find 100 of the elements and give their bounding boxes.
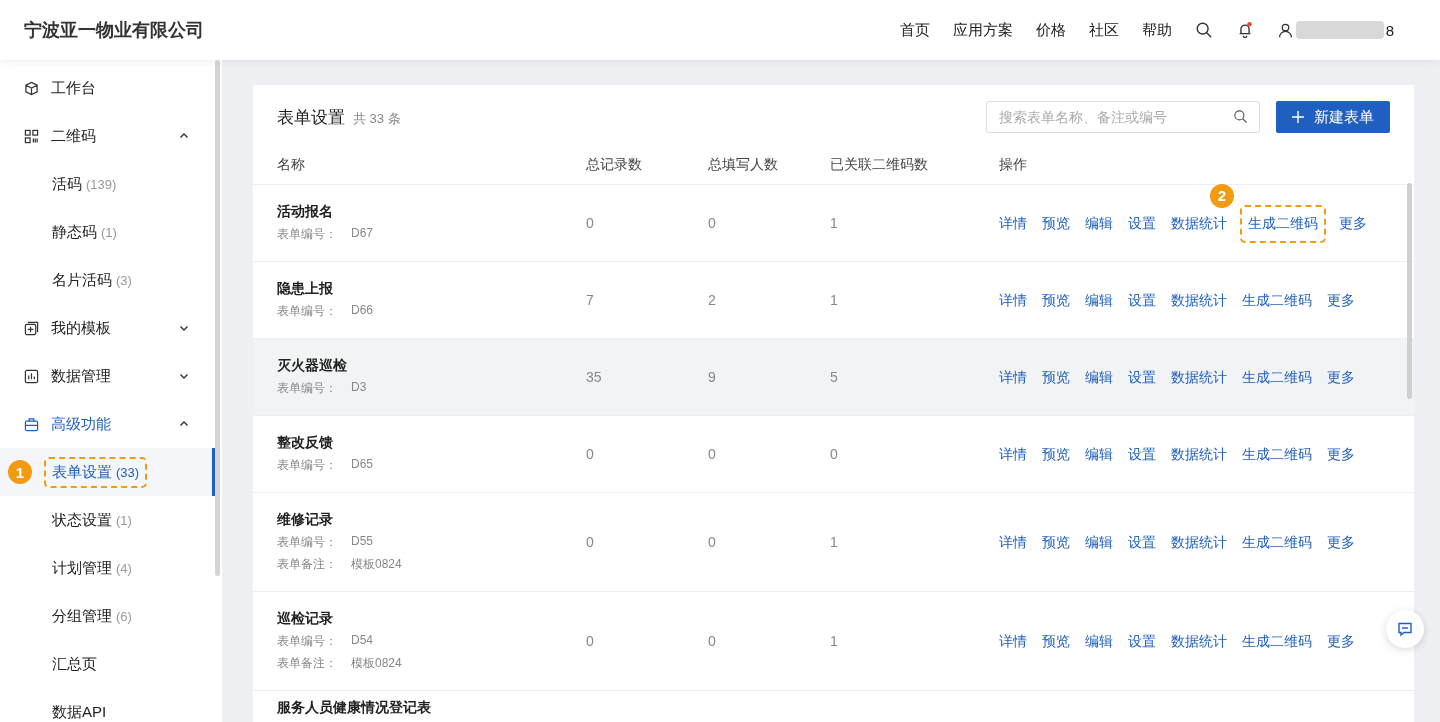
table-cell-text: 1 <box>830 215 839 231</box>
action-link[interactable]: 数据统计 <box>1163 358 1235 397</box>
action-link[interactable]: 预览 <box>1034 281 1078 320</box>
action-link[interactable]: 详情 <box>991 358 1035 397</box>
scrollbar[interactable] <box>215 60 220 576</box>
form-name: 隐患上报 <box>277 280 334 298</box>
action-link[interactable]: 编辑 <box>1077 281 1121 320</box>
count-label: (33) <box>116 464 140 480</box>
action-link[interactable]: 预览 <box>1034 523 1078 562</box>
action-link[interactable]: 预览 <box>1034 435 1078 474</box>
meta-label: 表单编号： <box>277 534 337 551</box>
action-link[interactable]: 预览 <box>1034 204 1078 243</box>
action-link[interactable]: 更多 <box>1319 358 1363 397</box>
action-link[interactable]: 详情 <box>991 281 1035 320</box>
subitem-label: 静态码 <box>52 222 97 242</box>
sidebar-subitem[interactable]: 活码 (139) <box>0 160 215 208</box>
scrollbar[interactable] <box>1407 183 1412 399</box>
action-link[interactable]: 设置 <box>1120 523 1164 562</box>
action-link[interactable]: 生成二维码 <box>1234 358 1320 397</box>
table-cell-text: 0 <box>708 215 717 231</box>
action-link[interactable]: 更多 <box>1319 281 1363 320</box>
user-name[interactable]: 8 <box>1385 21 1394 39</box>
total-count: 共 33 条 <box>353 110 401 126</box>
action-link[interactable]: 详情 <box>991 435 1035 474</box>
form-remark: 模板0824 <box>351 556 402 573</box>
action-link[interactable]: 生成二维码 <box>1234 523 1320 562</box>
search-field[interactable]: 搜索表单名称、备注或编号 <box>986 101 1260 133</box>
form-name: 服务人员健康情况登记表 <box>277 699 432 717</box>
action-link[interactable]: 设置 <box>1120 204 1164 243</box>
count-label: (139) <box>86 176 117 192</box>
form-name: 整改反馈 <box>277 434 334 452</box>
action-link[interactable]: 编辑 <box>1077 435 1121 474</box>
meta-label: 表单编号： <box>277 303 337 320</box>
action-link[interactable]: 预览 <box>1034 622 1078 661</box>
subitem-label: 状态设置 <box>52 510 112 530</box>
chevron-icon[interactable] <box>179 323 189 333</box>
sidebar-subitem[interactable]: 状态设置 (1) <box>0 496 215 544</box>
chevron-icon[interactable] <box>179 371 189 381</box>
action-link[interactable]: 设置 <box>1120 281 1164 320</box>
subitem-label: 计划管理 <box>52 558 112 578</box>
sidebar-item[interactable]: 工作台 <box>0 64 215 112</box>
action-link[interactable]: 生成二维码 <box>1240 204 1326 243</box>
action-link[interactable]: 编辑 <box>1077 204 1121 243</box>
sidebar-subitem[interactable]: 静态码 (1) <box>0 208 215 256</box>
count-label: (1) <box>101 224 117 240</box>
sidebar-subitem[interactable]: 1 表单设置 (33) <box>0 448 215 496</box>
action-link[interactable]: 更多 <box>1319 523 1363 562</box>
meta-label: 表单编号： <box>277 380 337 397</box>
cube-icon <box>24 80 39 96</box>
sidebar-item[interactable]: 我的模板 <box>0 304 215 352</box>
search-icon[interactable] <box>1194 21 1213 39</box>
table-row[interactable]: 维修记录 表单编号： D55 表单备注： 模板0824 0 0 1 详情 预览 编辑 设置 数据统计 生成二维码 更多 <box>253 493 1414 592</box>
user-icon[interactable] <box>1276 21 1294 39</box>
sidebar-item[interactable]: 数据管理 <box>0 352 215 400</box>
nav-link[interactable]: 社区 <box>1088 20 1119 40</box>
action-link[interactable]: 生成二维码 <box>1234 281 1320 320</box>
nav-link[interactable]: 价格 <box>1035 20 1066 40</box>
action-link[interactable]: 预览 <box>1034 358 1078 397</box>
subitem-label: 名片活码 <box>52 270 112 290</box>
action-link[interactable]: 设置 <box>1120 622 1164 661</box>
action-link[interactable]: 更多 <box>1331 204 1375 243</box>
form-name: 活动报名 <box>277 203 334 221</box>
action-link[interactable]: 生成二维码 <box>1234 435 1320 474</box>
new-form-button[interactable]: 新建表单 <box>1276 101 1390 133</box>
sidebar-subitem[interactable]: 计划管理 (4) <box>0 544 215 592</box>
sidebar-subitem[interactable]: 分组管理 (6) <box>0 592 215 640</box>
table-cell-text: 0 <box>708 446 717 462</box>
action-link[interactable]: 详情 <box>991 523 1035 562</box>
action-link[interactable]: 数据统计 <box>1163 435 1235 474</box>
action-link[interactable]: 编辑 <box>1077 358 1121 397</box>
action-link[interactable]: 设置 <box>1120 358 1164 397</box>
table-row[interactable]: 灭火器巡检 表单编号： D3 35 9 5 详情 预览 编辑 设置 数据统计 生成二维码 更多 <box>253 339 1414 416</box>
meta-label: 表单编号： <box>277 633 337 650</box>
sidebar-item[interactable]: 高级功能 <box>0 400 215 448</box>
subitem-label: 数据API <box>52 702 107 722</box>
action-link[interactable]: 编辑 <box>1077 523 1121 562</box>
action-link[interactable]: 数据统计 <box>1163 523 1235 562</box>
table-row[interactable]: 服务人员健康情况登记表 <box>253 691 1414 722</box>
action-link[interactable]: 生成二维码 <box>1234 622 1320 661</box>
sidebar-item[interactable]: 二维码 <box>0 112 215 160</box>
nav-link[interactable]: 首页 <box>899 20 930 40</box>
sidebar-subitem[interactable]: 名片活码 (3) <box>0 256 215 304</box>
action-link[interactable]: 更多 <box>1319 435 1363 474</box>
action-link[interactable]: 数据统计 <box>1163 281 1235 320</box>
action-link[interactable]: 设置 <box>1120 435 1164 474</box>
table-cell-text: 2 <box>708 292 717 308</box>
sidebar-subitem[interactable]: 汇总页 <box>0 640 215 688</box>
search-icon[interactable] <box>1233 109 1248 124</box>
table-cell-text: 0 <box>586 633 595 649</box>
action-link[interactable]: 数据统计 <box>1163 622 1235 661</box>
bar-chart-icon <box>24 368 39 384</box>
action-link[interactable]: 编辑 <box>1077 622 1121 661</box>
nav-link[interactable]: 帮助 <box>1141 20 1172 40</box>
nav-link[interactable]: 应用方案 <box>952 20 1013 40</box>
subitem-label: 汇总页 <box>52 654 97 674</box>
table-row[interactable]: 整改反馈 表单编号： D65 0 0 0 详情 预览 编辑 设置 数据统计 生成二维码 更多 <box>253 416 1414 493</box>
sidebar-subitem[interactable]: 数据API <box>0 688 215 722</box>
action-link[interactable]: 更多 <box>1319 622 1363 661</box>
action-link[interactable]: 详情 <box>991 204 1035 243</box>
action-link[interactable]: 详情 <box>991 622 1035 661</box>
